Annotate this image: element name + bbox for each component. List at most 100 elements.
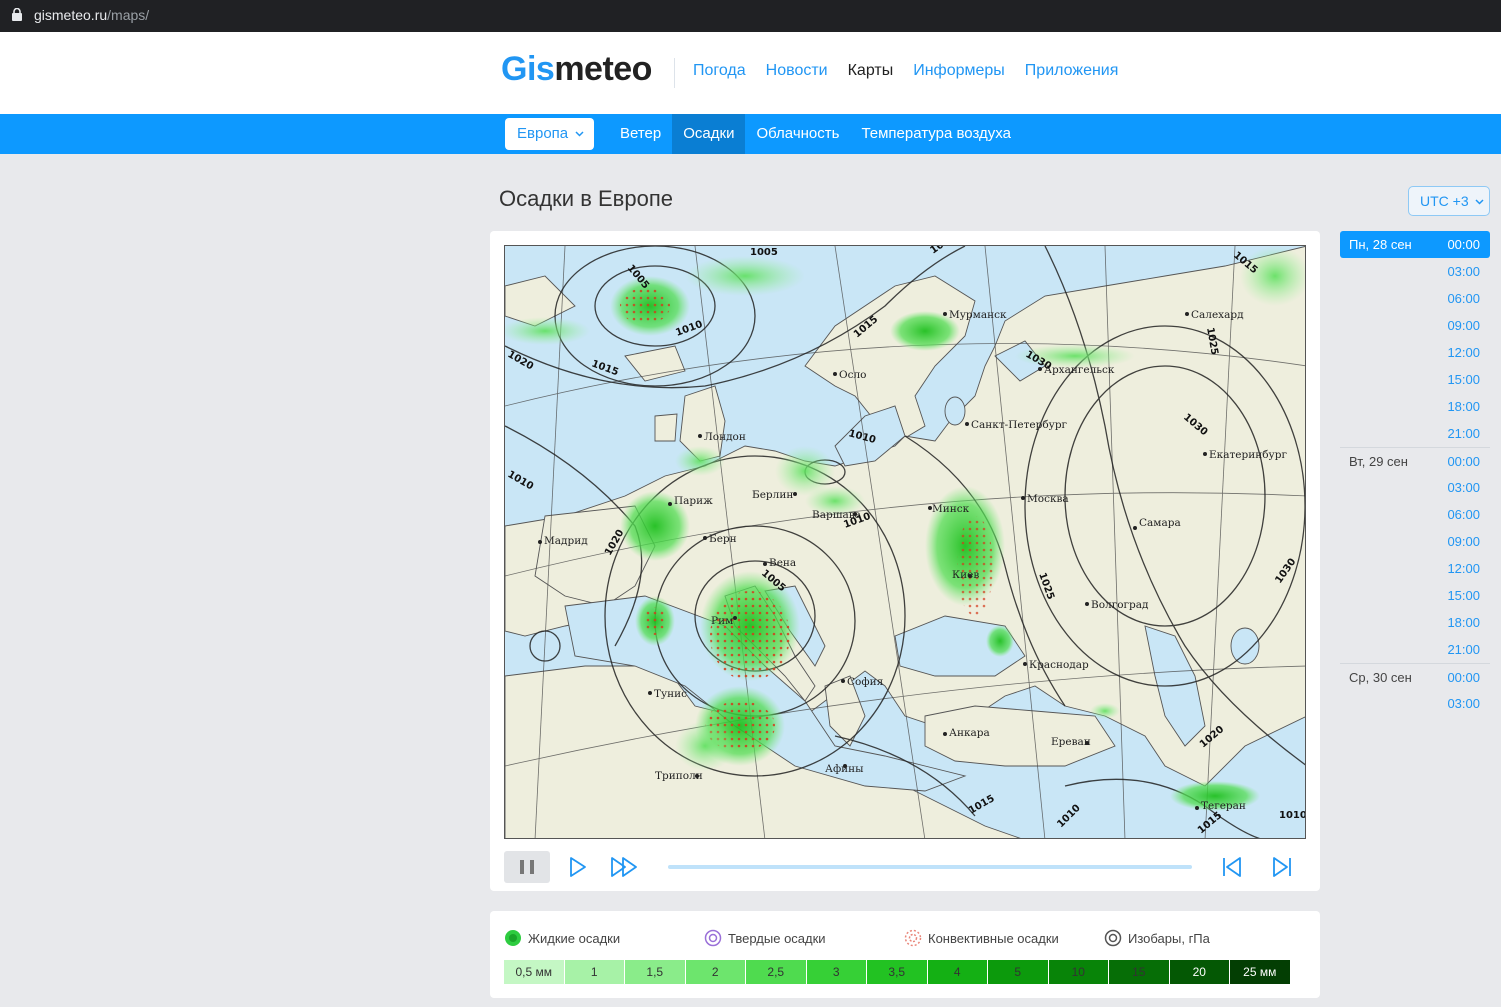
scale-step: 20 (1169, 960, 1229, 984)
scale-step: 4 (927, 960, 987, 984)
legend-item-liquid: Жидкие осадки (504, 929, 620, 947)
timeline-time[interactable]: 12:00 (1447, 561, 1480, 576)
timeline-row[interactable]: Пн, 28 сен 00:00 (1340, 231, 1490, 258)
header-divider (674, 58, 675, 88)
gismeteo-logo[interactable]: Gismeteo (501, 50, 652, 89)
timeline-row[interactable]: Ср, 30 сен 00:00 (1340, 663, 1490, 690)
timeline-time[interactable]: 21:00 (1447, 642, 1480, 657)
timeline-time[interactable]: 03:00 (1447, 696, 1480, 711)
city-label: Краснодар (1029, 659, 1089, 671)
timeline-time[interactable]: 00:00 (1447, 670, 1480, 685)
nav-item-news[interactable]: Новости (766, 62, 828, 80)
timeline-day: Пн, 28 сен (1349, 237, 1412, 252)
timeline-time[interactable]: 09:00 (1447, 534, 1480, 549)
isobar-value: 1015 (590, 358, 620, 378)
city-label: София (847, 676, 884, 688)
nav-item-maps[interactable]: Карты (848, 62, 894, 80)
fast-forward-button[interactable] (608, 851, 642, 883)
timeline-day: Ср, 30 сен (1349, 670, 1412, 685)
timeline-time[interactable]: 06:00 (1447, 291, 1480, 306)
isobar-value: 1010 (1055, 803, 1082, 830)
fast-forward-icon (611, 857, 637, 877)
city-label: Афины (825, 763, 864, 775)
tab-precipitation[interactable]: Осадки (672, 114, 746, 154)
scale-step: 10 (1048, 960, 1108, 984)
timeline-row[interactable]: 09:00 (1340, 528, 1490, 555)
timeline-time[interactable]: 03:00 (1447, 264, 1480, 279)
url-text[interactable]: gismeteo.ru/maps/ (34, 7, 149, 23)
isobar-value: 1010 (506, 469, 536, 492)
isobar-value: 1020 (506, 349, 536, 372)
isobar-value: 1015 (967, 793, 997, 816)
scale-step: 15 (1109, 960, 1169, 984)
timeline-row[interactable]: 03:00 (1340, 258, 1490, 285)
region-dropdown[interactable]: Европа (505, 118, 594, 150)
convective-precip-icon (904, 929, 922, 947)
precipitation-map[interactable]: Салехард Мурманск Архангельск Осло Санкт… (504, 245, 1306, 839)
chevron-down-icon (575, 131, 584, 137)
timeline-row[interactable]: 21:00 (1340, 636, 1490, 663)
city-label: Салехард (1191, 309, 1244, 321)
isobar-icon (1104, 929, 1122, 947)
timeline-time[interactable]: 12:00 (1447, 345, 1480, 360)
tab-temperature[interactable]: Температура воздуха (850, 114, 1021, 154)
playback-controls (504, 851, 1306, 883)
page-title: Осадки в Европе (499, 186, 673, 211)
city-label: Берлин (752, 489, 793, 501)
timeline-time[interactable]: 18:00 (1447, 615, 1480, 630)
timeline-row[interactable]: 09:00 (1340, 312, 1490, 339)
skip-end-button[interactable] (1268, 851, 1296, 883)
timeline-time[interactable]: 09:00 (1447, 318, 1480, 333)
scale-step: 25 мм (1230, 960, 1290, 984)
tab-wind[interactable]: Ветер (609, 114, 672, 154)
nav-item-informers[interactable]: Информеры (913, 62, 1005, 80)
timeline-time[interactable]: 21:00 (1447, 426, 1480, 441)
solid-precip-icon (704, 929, 722, 947)
timeline-time[interactable]: 06:00 (1447, 507, 1480, 522)
tab-clouds[interactable]: Облачность (745, 114, 850, 154)
play-button[interactable] (564, 851, 590, 883)
city-label: Анкара (949, 727, 990, 739)
scale-step: 3 (806, 960, 866, 984)
timeline-time[interactable]: 00:00 (1447, 454, 1480, 469)
timeline-row[interactable]: 06:00 (1340, 285, 1490, 312)
precipitation-scale: 0,5 мм 1 1,5 2 2,5 3 3,5 4 5 10 15 20 25 мм (504, 960, 1291, 984)
timeline-row[interactable]: 03:00 (1340, 474, 1490, 501)
legend-item-convective: Конвективные осадки (904, 929, 1059, 947)
pause-button[interactable] (504, 851, 550, 883)
timeline-row[interactable]: 15:00 (1340, 582, 1490, 609)
nav-item-weather[interactable]: Погода (693, 62, 746, 80)
nav-item-apps[interactable]: Приложения (1025, 62, 1119, 80)
timeline-row[interactable]: 21:00 (1340, 420, 1490, 447)
timeline-row[interactable]: 18:00 (1340, 393, 1490, 420)
timeline-row[interactable]: 06:00 (1340, 501, 1490, 528)
timeline-time[interactable]: 18:00 (1447, 399, 1480, 414)
timeline-row[interactable]: 18:00 (1340, 609, 1490, 636)
timeline-row[interactable]: 12:00 (1340, 555, 1490, 582)
isobar-value: 1010 (1279, 810, 1306, 821)
timeline-row[interactable]: 12:00 (1340, 339, 1490, 366)
city-label: Тегеран (1201, 800, 1246, 812)
city-label: Архангельск (1044, 364, 1115, 376)
city-label: Санкт-Петербург (971, 419, 1068, 431)
city-label: Осло (839, 369, 866, 381)
map-card: Салехард Мурманск Архангельск Осло Санкт… (490, 231, 1320, 891)
liquid-precip-icon (505, 930, 521, 946)
timeline-time[interactable]: 00:00 (1447, 237, 1480, 252)
scale-step: 5 (988, 960, 1048, 984)
map-legend: Жидкие осадки Твердые осадки Конвективны… (490, 911, 1320, 998)
timeline-time[interactable]: 15:00 (1447, 372, 1480, 387)
city-label: Париж (674, 495, 713, 507)
timeline-row[interactable]: 03:00 (1340, 690, 1490, 717)
timeline-time[interactable]: 15:00 (1447, 588, 1480, 603)
skip-start-button[interactable] (1218, 851, 1246, 883)
timeline-time[interactable]: 03:00 (1447, 480, 1480, 495)
city-label: Минск (932, 503, 970, 515)
timeline-progress-bar[interactable] (668, 865, 1192, 869)
timeline-row[interactable]: Вт, 29 сен 00:00 (1340, 447, 1490, 474)
city-label: Рим (711, 615, 733, 627)
map-canvas: Салехард Мурманск Архангельск Осло Санкт… (505, 246, 1306, 838)
timezone-dropdown[interactable]: UTC +3 (1408, 186, 1490, 216)
timeline-row[interactable]: 15:00 (1340, 366, 1490, 393)
browser-address-bar[interactable]: gismeteo.ru/maps/ (0, 0, 1501, 32)
